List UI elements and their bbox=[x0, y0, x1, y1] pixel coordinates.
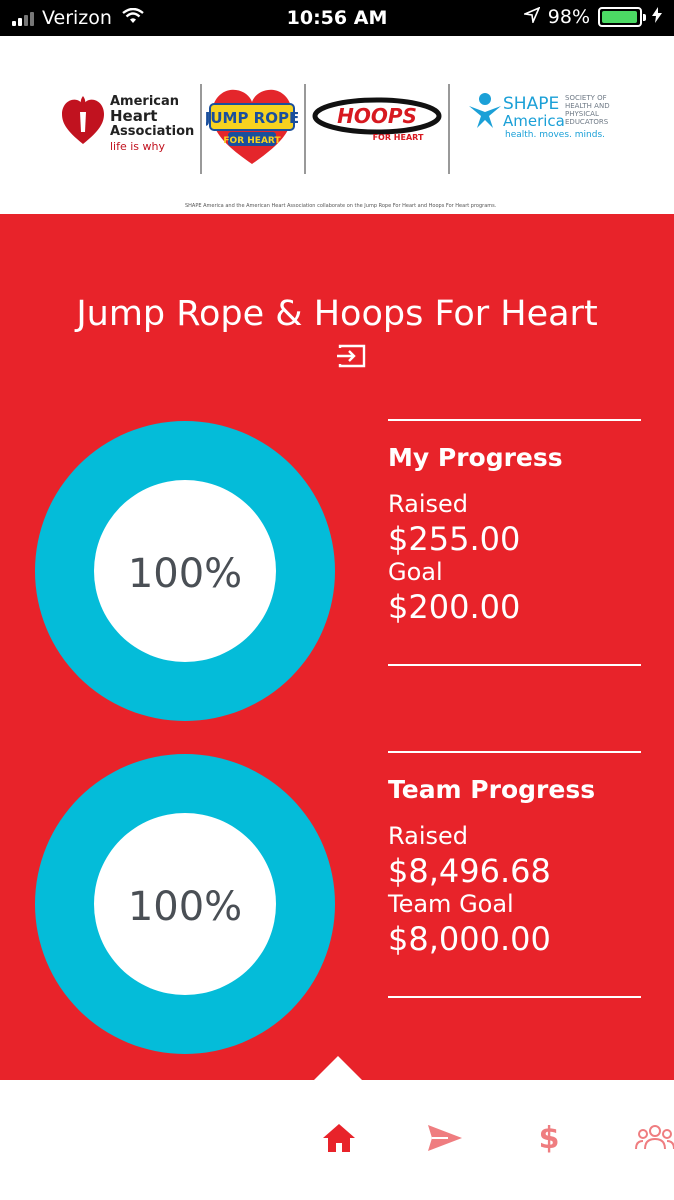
raised-value: $8,496.68 bbox=[388, 852, 551, 890]
divider bbox=[388, 419, 641, 421]
svg-text:FOR HEART: FOR HEART bbox=[373, 133, 424, 142]
shape-america-logo: SHAPE America SOCIETY OF HEALTH AND PHYS… bbox=[465, 88, 615, 178]
svg-text:JUMP ROPE: JUMP ROPE bbox=[206, 109, 298, 127]
raised-value: $255.00 bbox=[388, 520, 521, 558]
jump-rope-for-heart-logo: JUMP ROPE FOR HEART bbox=[204, 80, 299, 170]
send-icon bbox=[428, 1125, 462, 1151]
charging-icon bbox=[652, 6, 662, 28]
logo-divider bbox=[304, 84, 306, 174]
active-tab-indicator bbox=[312, 1056, 364, 1082]
team-progress-heading: Team Progress bbox=[388, 775, 596, 804]
my-progress-heading: My Progress bbox=[388, 443, 563, 472]
svg-text:HOOPS: HOOPS bbox=[337, 104, 417, 128]
nav-send[interactable] bbox=[420, 1118, 470, 1158]
status-bar: Verizon 10:56 AM 98% bbox=[0, 0, 674, 36]
logout-icon[interactable] bbox=[336, 344, 366, 368]
logo-divider bbox=[448, 84, 450, 174]
team-icon bbox=[635, 1125, 674, 1150]
raised-label: Raised bbox=[388, 490, 469, 518]
aha-name: American Heart Association bbox=[110, 94, 195, 139]
dollar-icon: $ bbox=[538, 1120, 560, 1156]
partner-logos-header: American Heart Association life is why J… bbox=[0, 36, 674, 214]
logo-divider bbox=[200, 84, 202, 174]
team-progress-percent: 100% bbox=[127, 884, 243, 930]
page-title: Jump Rope & Hoops For Heart bbox=[76, 294, 598, 334]
home-icon bbox=[323, 1124, 355, 1152]
my-progress-percent: 100% bbox=[127, 551, 243, 597]
main-content: Jump Rope & Hoops For Heart 100% My Prog… bbox=[0, 214, 674, 1080]
status-right: 98% bbox=[521, 6, 662, 28]
my-progress-stats: My Progress Raised $255.00 Goal $200.00 bbox=[388, 419, 641, 666]
team-progress-stats: Team Progress Raised $8,496.68 Team Goal… bbox=[388, 751, 641, 998]
hoops-for-heart-logo: HOOPS FOR HEART bbox=[312, 94, 442, 150]
collaboration-note: SHAPE America and the American Heart Ass… bbox=[185, 203, 497, 209]
nav-team[interactable] bbox=[630, 1118, 674, 1158]
location-icon bbox=[521, 6, 541, 28]
goal-value: $200.00 bbox=[388, 588, 521, 626]
battery-icon bbox=[598, 7, 646, 27]
team-goal-value: $8,000.00 bbox=[388, 920, 551, 958]
my-progress-ring: 100% bbox=[35, 421, 335, 721]
svg-text:FOR HEART: FOR HEART bbox=[223, 136, 281, 146]
divider bbox=[388, 664, 641, 666]
american-heart-association-logo: American Heart Association life is why bbox=[60, 92, 194, 192]
team-progress-ring: 100% bbox=[35, 754, 335, 1054]
goal-label: Goal bbox=[388, 558, 443, 586]
aha-tagline: life is why bbox=[110, 140, 166, 153]
shape-person-icon bbox=[469, 93, 501, 128]
divider bbox=[388, 751, 641, 753]
team-goal-label: Team Goal bbox=[388, 890, 514, 918]
heart-torch-icon bbox=[62, 96, 104, 144]
battery-percent: 98% bbox=[547, 6, 590, 28]
bottom-nav: $ bbox=[0, 1080, 674, 1200]
nav-donate[interactable]: $ bbox=[524, 1118, 574, 1158]
divider bbox=[388, 996, 641, 998]
nav-home[interactable] bbox=[314, 1118, 364, 1158]
raised-label: Raised bbox=[388, 822, 469, 850]
